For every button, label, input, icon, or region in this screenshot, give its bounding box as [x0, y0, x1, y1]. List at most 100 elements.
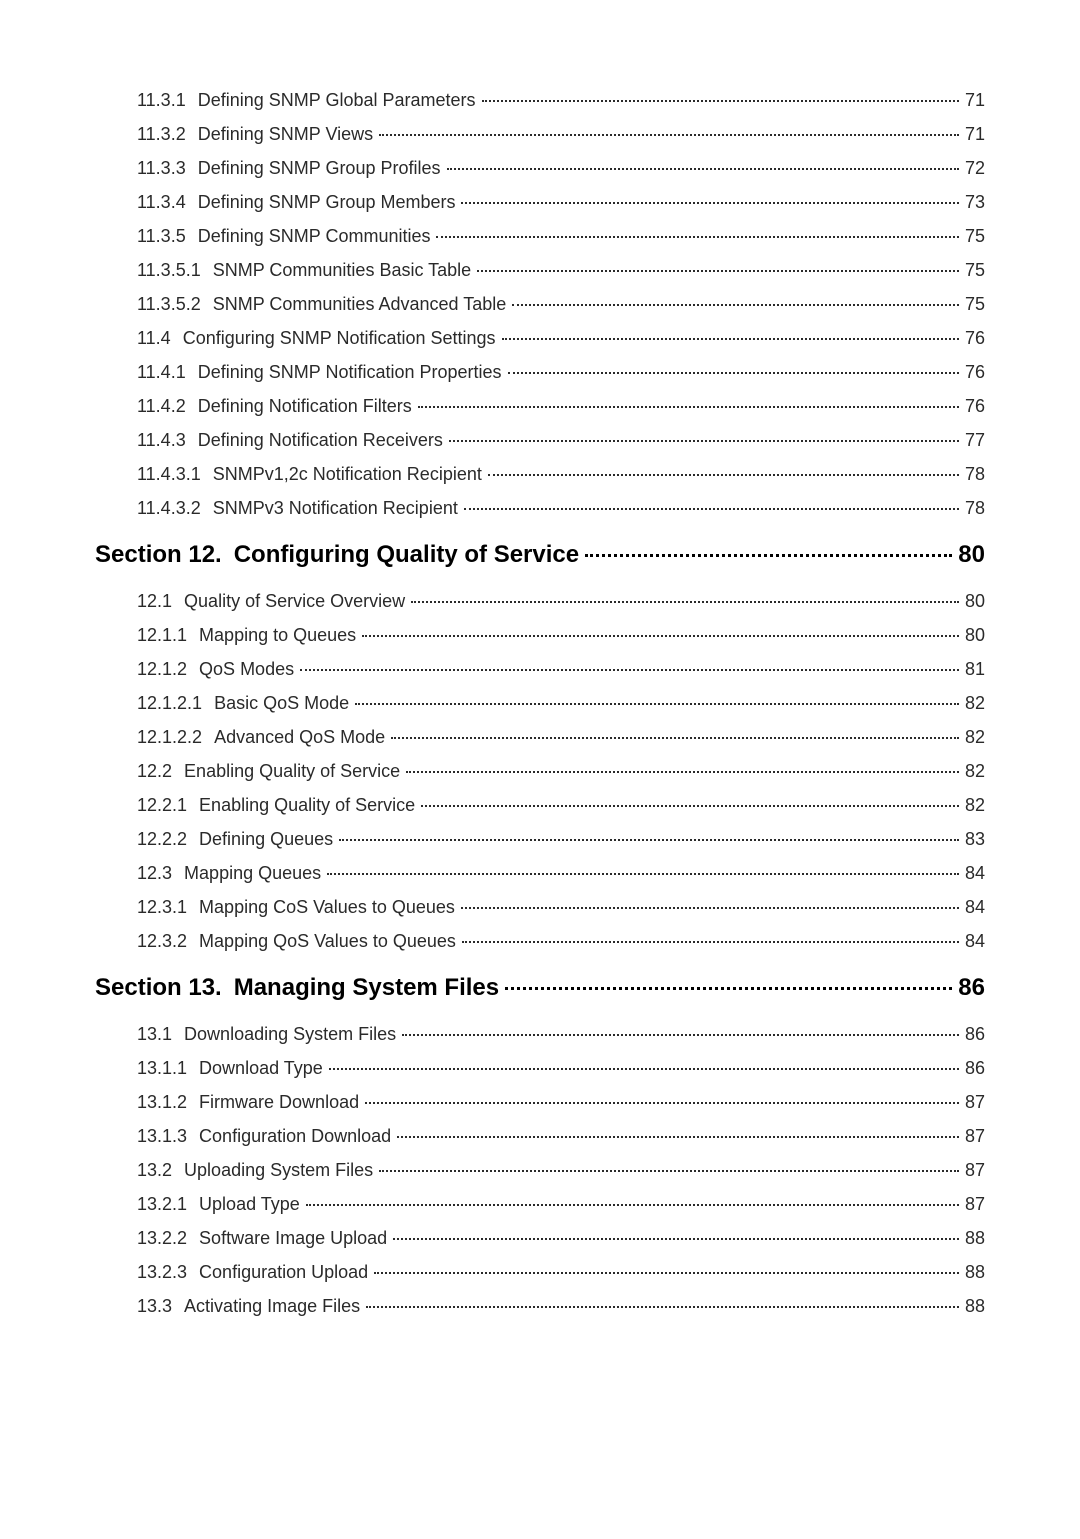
toc-entry-page: 80: [958, 541, 985, 569]
toc-entry-number: 12.3.2: [137, 931, 187, 952]
toc-entry-page: 82: [965, 795, 985, 816]
toc-entry-number: 13.3: [137, 1296, 172, 1317]
toc-entry-page: 87: [965, 1092, 985, 1113]
toc-leader-dots: [355, 703, 959, 705]
toc-entry-title: Mapping Queues: [184, 863, 321, 884]
toc-entry-title: Configuring Quality of Service: [234, 541, 579, 569]
toc-entry: 13.1.2 Firmware Download 87: [95, 1092, 985, 1113]
toc-entry: 12.1.2.2Advanced QoS Mode82: [95, 727, 985, 748]
toc-entry-number: 11.3.4: [137, 192, 186, 213]
toc-leader-dots: [411, 601, 959, 603]
toc-entry-page: 77: [965, 430, 985, 451]
toc-entry-number: 12.1.1: [137, 625, 187, 646]
toc-entry-number: 11.4.1: [137, 362, 186, 383]
toc-entry-title: SNMPv3 Notification Recipient: [213, 498, 458, 519]
toc-entry-page: 88: [965, 1262, 985, 1283]
toc-entry-title: Download Type: [199, 1058, 323, 1079]
toc-entry-number: Section 12.: [95, 541, 222, 569]
toc-entry-number: 11.3.5: [137, 226, 186, 247]
toc-entry: 13.2.3Configuration Upload88: [95, 1262, 985, 1283]
toc-entry-title: Software Image Upload: [199, 1228, 387, 1249]
toc-leader-dots: [436, 236, 958, 238]
toc-entry-number: 12.1.2: [137, 659, 187, 680]
toc-leader-dots: [585, 554, 952, 557]
toc-entry: 11.3.2 Defining SNMP Views 71: [95, 124, 985, 145]
toc-entry-title: Defining SNMP Views: [198, 124, 373, 145]
toc-entry-page: 83: [965, 829, 985, 850]
toc-entry-page: 71: [965, 124, 985, 145]
toc-entry-page: 86: [965, 1024, 985, 1045]
toc-entry-page: 78: [965, 464, 985, 485]
toc-entry-page: 82: [965, 693, 985, 714]
toc-entry-number: 12.1.2.1: [137, 693, 202, 714]
toc-entry-number: Section 13.: [95, 974, 222, 1002]
toc-entry: 12.1.2.1 Basic QoS Mode 82: [95, 693, 985, 714]
toc-leader-dots: [488, 474, 959, 476]
toc-entry-number: 11.3.1: [137, 90, 186, 111]
toc-entry-page: 72: [965, 158, 985, 179]
toc-entry-page: 84: [965, 897, 985, 918]
toc-leader-dots: [393, 1238, 959, 1240]
toc-leader-dots: [379, 134, 959, 136]
toc-entry-page: 76: [965, 362, 985, 383]
toc-leader-dots: [391, 737, 959, 739]
toc-entry-number: 11.4.2: [137, 396, 186, 417]
toc-entry-number: 13.2.3: [137, 1262, 187, 1283]
toc-entry-title: QoS Modes: [199, 659, 294, 680]
toc-leader-dots: [477, 270, 959, 272]
toc-entry-page: 82: [965, 761, 985, 782]
toc-entry-page: 81: [965, 659, 985, 680]
toc-entry-title: Basic QoS Mode: [214, 693, 349, 714]
toc-entry-title: Enabling Quality of Service: [199, 795, 415, 816]
toc-entry: 12.1.2 QoS Modes 81: [95, 659, 985, 680]
toc-entry: 11.4Configuring SNMP Notification Settin…: [95, 328, 985, 349]
toc-entry: 12.1.1Mapping to Queues80: [95, 625, 985, 646]
toc-leader-dots: [327, 873, 959, 875]
toc-entry-number: 12.1: [137, 591, 172, 612]
toc-entry-page: 80: [965, 591, 985, 612]
toc-entry: Section 12. Configuring Quality of Servic…: [95, 541, 985, 569]
toc-entry: 11.4.1Defining SNMP Notification Propert…: [95, 362, 985, 383]
toc-entry-page: 75: [965, 226, 985, 247]
toc-leader-dots: [421, 805, 959, 807]
toc-entry-page: 73: [965, 192, 985, 213]
toc-entry-title: Managing System Files: [234, 974, 499, 1002]
toc-entry-number: 11.4.3.2: [137, 498, 201, 519]
toc-entry-page: 80: [965, 625, 985, 646]
toc-leader-dots: [461, 907, 959, 909]
toc-leader-dots: [464, 508, 959, 510]
toc-entry-page: 84: [965, 863, 985, 884]
toc-entry-title: Quality of Service Overview: [184, 591, 405, 612]
toc-entry-number: 13.2.1: [137, 1194, 187, 1215]
toc-entry-page: 86: [965, 1058, 985, 1079]
toc-leader-dots: [418, 406, 959, 408]
toc-entry: 12.2.1Enabling Quality of Service82: [95, 795, 985, 816]
toc-entry-number: 13.1.2: [137, 1092, 187, 1113]
toc-leader-dots: [374, 1272, 959, 1274]
toc-leader-dots: [512, 304, 959, 306]
toc-entry-number: 11.4.3.1: [137, 464, 201, 485]
toc-entry-title: Firmware Download: [199, 1092, 359, 1113]
toc-entry-title: Mapping QoS Values to Queues: [199, 931, 456, 952]
toc-leader-dots: [402, 1034, 959, 1036]
toc-entry-title: Mapping CoS Values to Queues: [199, 897, 455, 918]
toc-leader-dots: [461, 202, 958, 204]
toc-leader-dots: [502, 338, 959, 340]
toc-entry: 13.3Activating Image Files88: [95, 1296, 985, 1317]
toc-entry-title: Defining SNMP Global Parameters: [198, 90, 476, 111]
toc-entry: 11.3.1Defining SNMP Global Parameters71: [95, 90, 985, 111]
toc-entry: Section 13.Managing System Files86: [95, 974, 985, 1002]
toc-entry: 11.4.2Defining Notification Filters76: [95, 396, 985, 417]
toc-entry: 13.2Uploading System Files87: [95, 1160, 985, 1181]
toc-entry: 11.3.5Defining SNMP Communities75: [95, 226, 985, 247]
toc-entry-title: Downloading System Files: [184, 1024, 396, 1045]
toc-entry-number: 12.3.1: [137, 897, 187, 918]
toc-entry: 13.1.1Download Type86: [95, 1058, 985, 1079]
toc-entry: 11.4.3.1SNMPv1,2c Notification Recipient…: [95, 464, 985, 485]
table-of-contents: 11.3.1Defining SNMP Global Parameters711…: [95, 90, 985, 1317]
toc-entry-title: Defining Queues: [199, 829, 333, 850]
toc-entry: 11.3.3Defining SNMP Group Profiles72: [95, 158, 985, 179]
toc-entry-number: 11.3.5.1: [137, 260, 201, 281]
toc-entry: 11.3.5.2SNMP Communities Advanced Table7…: [95, 294, 985, 315]
toc-entry-number: 11.3.2: [137, 124, 186, 145]
